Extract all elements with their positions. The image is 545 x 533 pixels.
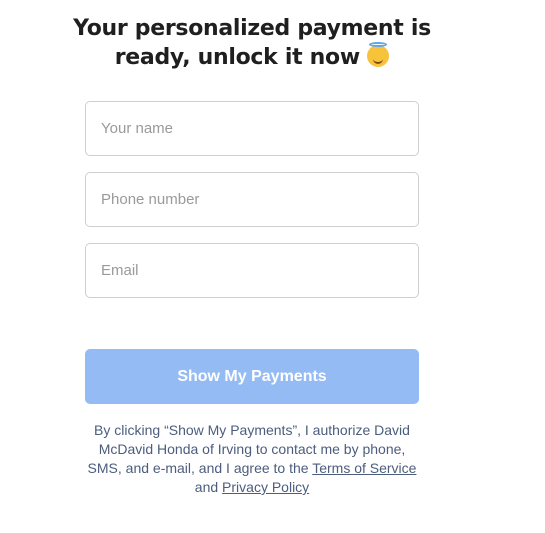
privacy-policy-link[interactable]: Privacy Policy (222, 479, 309, 495)
show-my-payments-button[interactable]: Show My Payments (85, 349, 419, 404)
disclaimer-and: and (194, 479, 223, 495)
smiling-face-with-halo-icon (367, 42, 390, 67)
terms-of-service-link[interactable]: Terms of Service (312, 460, 416, 476)
email-input[interactable] (85, 243, 419, 298)
phone-input[interactable] (85, 172, 419, 227)
name-input[interactable] (85, 101, 419, 156)
title-line-1: Your personalized payment is (73, 16, 431, 41)
title-line-2: ready, unlock it now (114, 45, 360, 70)
consent-disclaimer: By clicking “Show My Payments”, I author… (80, 421, 424, 497)
page-title: Your personalized payment is ready, unlo… (60, 14, 444, 72)
